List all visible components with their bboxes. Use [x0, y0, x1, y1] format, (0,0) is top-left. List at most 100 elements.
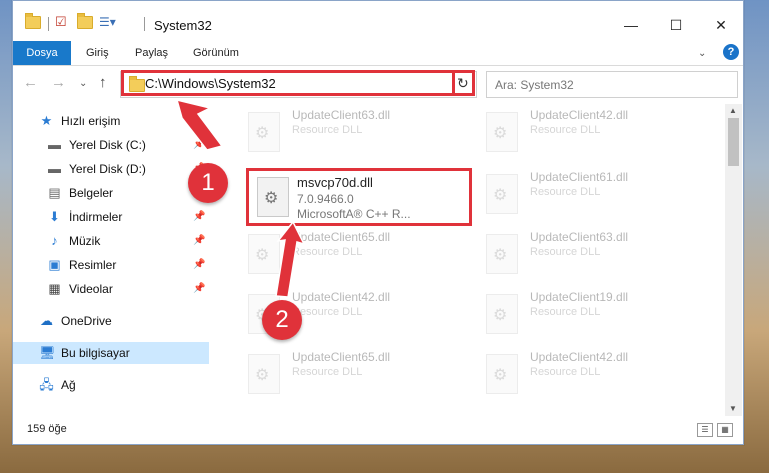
sidebar-item-music[interactable]: ♪ Müzik 📌 — [13, 230, 209, 252]
explorer-window: ☑ ☰▾ System32 — ☐ ✕ Dosya Giriş Paylaş G… — [12, 0, 744, 445]
sidebar-item-label: İndirmeler — [69, 210, 123, 224]
tab-view[interactable]: Görünüm — [193, 41, 239, 65]
navigation-pane: ★ Hızlı erişim ▬ Yerel Disk (C:) 📌 ▬ Yer… — [13, 104, 209, 416]
dll-file-icon — [486, 234, 518, 274]
sidebar-item-label: Videolar — [69, 282, 113, 296]
file-description: Resource DLL — [530, 246, 601, 258]
file-name: UpdateClient42.dll — [292, 290, 391, 304]
divider — [144, 17, 145, 31]
refresh-highlight — [452, 70, 475, 96]
sidebar-item-label: Ağ — [61, 378, 76, 392]
file-description: Resource DLL — [530, 186, 601, 198]
new-folder-icon[interactable] — [77, 12, 93, 31]
sidebar-item-quick-access[interactable]: ★ Hızlı erişim — [13, 110, 209, 132]
chevron-down-icon[interactable]: ⌄ — [698, 48, 706, 59]
cloud-icon: ☁ — [40, 313, 53, 328]
tab-share[interactable]: Paylaş — [135, 41, 168, 65]
sidebar-item-local-disk-c[interactable]: ▬ Yerel Disk (C:) 📌 — [13, 134, 209, 156]
maximize-button[interactable]: ☐ — [656, 11, 696, 39]
file-company: MicrosoftA® C++ R... — [297, 207, 411, 221]
address-highlight — [121, 70, 475, 96]
file-name: UpdateClient65.dll — [292, 230, 391, 244]
sidebar-item-label: Hızlı erişim — [61, 114, 121, 128]
dll-file-icon — [486, 174, 518, 214]
file-name: UpdateClient65.dll — [292, 350, 391, 364]
forward-arrow-icon[interactable]: → — [51, 74, 66, 91]
file-description: Resource DLL — [292, 306, 363, 318]
video-icon: ▦ — [48, 281, 61, 296]
file-description: Resource DLL — [292, 124, 363, 136]
step-badge-1: 1 — [188, 163, 228, 203]
scroll-up-icon[interactable]: ▲ — [729, 106, 737, 115]
help-icon[interactable]: ? — [723, 44, 739, 60]
sidebar-item-onedrive[interactable]: ☁ OneDrive — [13, 310, 209, 332]
dll-file-icon — [486, 112, 518, 152]
download-icon: ⬇ — [49, 209, 60, 224]
documents-icon: ▤ — [48, 185, 61, 200]
sidebar-item-label: OneDrive — [61, 314, 112, 328]
scroll-down-icon[interactable]: ▼ — [729, 404, 737, 413]
search-input[interactable]: Ara: System32 — [486, 71, 738, 98]
file-description: Resource DLL — [530, 366, 601, 378]
item-count: 159 öğe — [27, 423, 67, 435]
sidebar-item-downloads[interactable]: ⬇ İndirmeler 📌 — [13, 206, 209, 228]
sidebar-item-label: Yerel Disk (D:) — [69, 162, 146, 176]
file-name: UpdateClient42.dll — [530, 108, 629, 122]
file-list: UpdateClient63.dll Resource DLL UpdateCl… — [220, 104, 720, 416]
pin-icon[interactable]: 📌 — [193, 259, 205, 270]
sidebar-item-network[interactable]: 🖧 Ağ — [13, 374, 209, 396]
up-arrow-icon[interactable]: ↑ — [99, 74, 107, 91]
list-item[interactable]: UpdateClient42.dll Resource DLL — [468, 104, 698, 160]
pin-icon[interactable]: 📌 — [193, 211, 205, 222]
title-bar: ☑ ☰▾ System32 — ☐ ✕ — [13, 1, 743, 41]
file-description: Resource DLL — [530, 306, 601, 318]
properties-icon[interactable]: ☑ — [55, 13, 67, 31]
ribbon-tabs: Dosya Giriş Paylaş Görünüm ⌄ ? — [13, 41, 743, 66]
qat-customize-icon[interactable]: ☰▾ — [99, 13, 116, 31]
selected-file-item[interactable]: msvcp70d.dll 7.0.9466.0 MicrosoftA® C++ … — [246, 168, 472, 226]
minimize-button[interactable]: — — [611, 11, 651, 39]
sidebar-item-documents[interactable]: ▤ Belgeler 📌 — [13, 182, 209, 204]
details-view-icon[interactable]: ☰ — [697, 423, 713, 437]
network-icon: 🖧 — [39, 377, 54, 392]
file-name: UpdateClient42.dll — [530, 350, 629, 364]
file-description: Resource DLL — [530, 124, 601, 136]
file-version: 7.0.9466.0 — [297, 192, 354, 206]
pictures-icon: ▣ — [48, 257, 61, 272]
pin-icon[interactable]: 📌 — [193, 283, 205, 294]
file-name: UpdateClient63.dll — [292, 108, 391, 122]
navigation-bar: ← → ⌄ ↑ C:\Windows\System32 ↻ Ara: Syste… — [13, 66, 743, 102]
large-icons-view-icon[interactable]: ▦ — [717, 423, 733, 437]
list-item[interactable]: UpdateClient19.dll Resource DLL — [468, 286, 698, 342]
folder-icon — [25, 12, 41, 31]
back-arrow-icon[interactable]: ← — [23, 74, 38, 91]
recent-locations-icon[interactable]: ⌄ — [79, 78, 87, 89]
sidebar-item-pictures[interactable]: ▣ Resimler 📌 — [13, 254, 209, 276]
vertical-scrollbar[interactable]: ▲ ▼ — [725, 104, 742, 416]
file-description: Resource DLL — [292, 246, 363, 258]
list-item[interactable]: UpdateClient61.dll Resource DLL — [468, 166, 698, 222]
sidebar-item-label: Yerel Disk (C:) — [69, 138, 146, 152]
pin-icon[interactable]: 📌 — [193, 139, 205, 150]
list-item[interactable]: UpdateClient65.dll Resource DLL — [230, 346, 460, 402]
search-placeholder: Ara: System32 — [495, 78, 574, 92]
sidebar-item-local-disk-d[interactable]: ▬ Yerel Disk (D:) 📌 — [13, 158, 209, 180]
close-button[interactable]: ✕ — [701, 11, 741, 39]
file-name: msvcp70d.dll — [297, 175, 373, 190]
sidebar-item-this-pc[interactable]: 🖥 Bu bilgisayar — [13, 342, 209, 364]
tab-file[interactable]: Dosya — [13, 41, 71, 65]
pin-icon[interactable]: 📌 — [193, 235, 205, 246]
file-name: UpdateClient63.dll — [530, 230, 629, 244]
list-item[interactable]: UpdateClient42.dll Resource DLL — [468, 346, 698, 402]
list-item[interactable]: UpdateClient63.dll Resource DLL — [230, 104, 460, 160]
step-badge-2: 2 — [262, 300, 302, 340]
dll-file-icon — [248, 354, 280, 394]
list-item[interactable]: UpdateClient65.dll Resource DLL — [230, 226, 460, 282]
dll-file-icon — [486, 294, 518, 334]
window-title: System32 — [154, 18, 212, 33]
list-item[interactable]: UpdateClient63.dll Resource DLL — [468, 226, 698, 282]
tab-home[interactable]: Giriş — [86, 41, 109, 65]
sidebar-item-label: Resimler — [69, 258, 117, 272]
scrollbar-thumb[interactable] — [728, 118, 739, 166]
sidebar-item-videos[interactable]: ▦ Videolar 📌 — [13, 278, 209, 300]
